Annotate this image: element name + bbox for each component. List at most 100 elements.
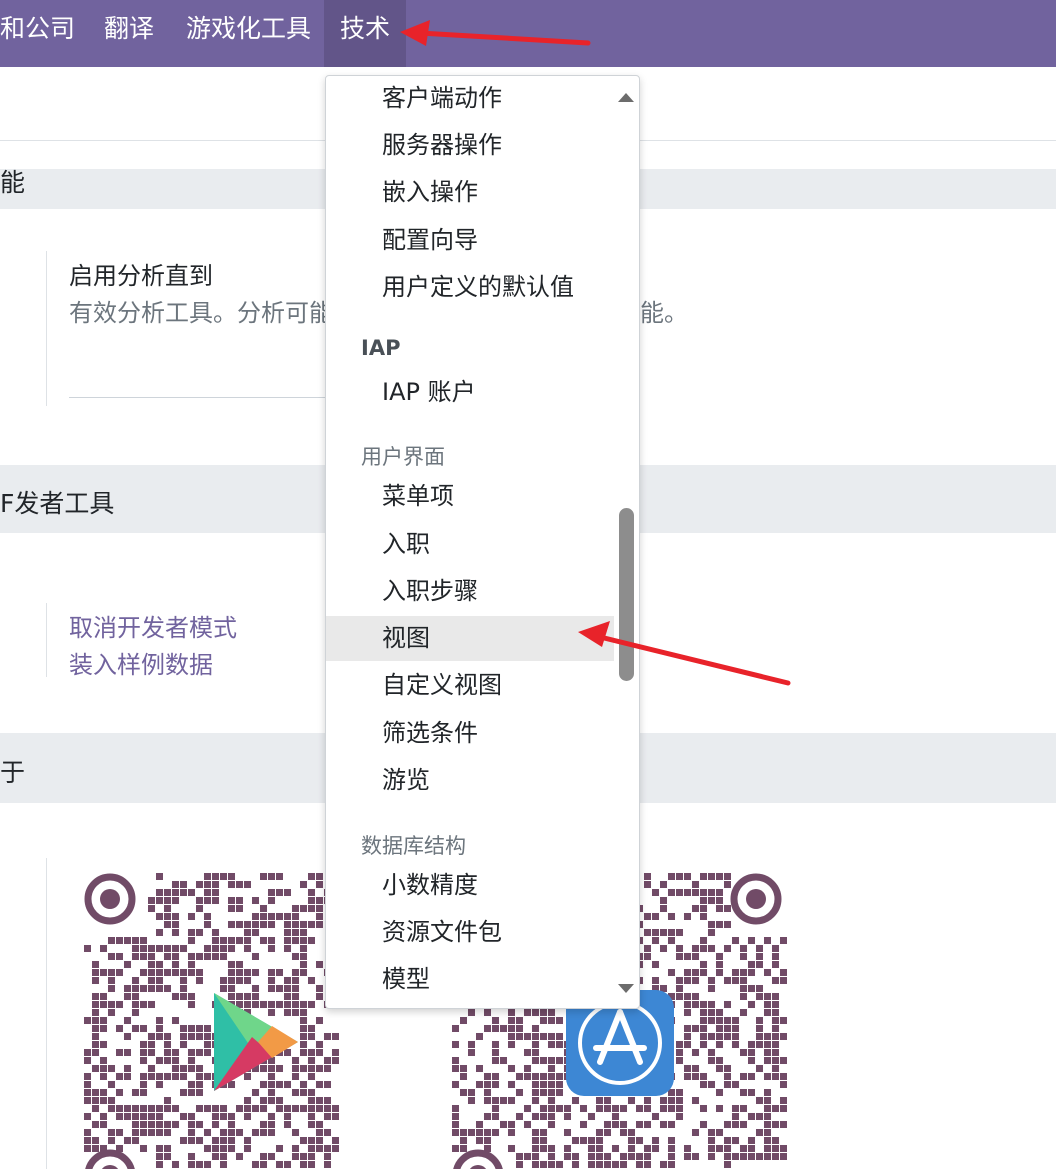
qr-module bbox=[92, 1065, 99, 1072]
qr-module bbox=[780, 1033, 787, 1040]
dropdown-scrollbar-thumb[interactable] bbox=[619, 508, 634, 681]
qr-module bbox=[316, 897, 323, 904]
menu-item-decimal-accuracy[interactable]: 小数精度 bbox=[326, 863, 614, 908]
qr-module bbox=[716, 889, 723, 896]
qr-module bbox=[668, 873, 675, 880]
menu-item-tours[interactable]: 游览 bbox=[326, 758, 614, 803]
qr-module bbox=[492, 1129, 499, 1136]
menu-item-models[interactable]: 模型 bbox=[326, 957, 614, 1002]
scroll-up-arrow-icon[interactable] bbox=[618, 93, 634, 102]
qr-module bbox=[644, 881, 651, 888]
menu-item-user-defaults[interactable]: 用户定义的默认值 bbox=[326, 265, 614, 310]
qr-module bbox=[156, 1057, 163, 1064]
qr-module bbox=[708, 1129, 715, 1136]
qr-module bbox=[716, 1145, 723, 1152]
qr-module bbox=[100, 1097, 107, 1104]
qr-module bbox=[476, 1065, 483, 1072]
qr-module bbox=[468, 1049, 475, 1056]
qr-module bbox=[532, 1049, 539, 1056]
qr-module bbox=[548, 1153, 555, 1160]
qr-module bbox=[204, 945, 211, 952]
qr-module bbox=[124, 985, 131, 992]
qr-module bbox=[92, 1049, 99, 1056]
qr-module bbox=[332, 1049, 339, 1056]
qr-module bbox=[220, 1137, 227, 1144]
qr-module bbox=[620, 1105, 627, 1112]
menu-item-filters[interactable]: 筛选条件 bbox=[326, 711, 614, 756]
nav-item-gamification[interactable]: 游戏化工具 bbox=[186, 0, 311, 67]
qr-module bbox=[564, 1145, 571, 1152]
qr-module bbox=[764, 1041, 771, 1048]
qr-module bbox=[532, 1057, 539, 1064]
qr-module bbox=[316, 1137, 323, 1144]
qr-module bbox=[172, 1161, 179, 1168]
qr-module bbox=[780, 1121, 787, 1128]
qr-module bbox=[548, 1145, 555, 1152]
menu-item-client-actions[interactable]: 客户端动作 bbox=[326, 76, 614, 121]
menu-item-views[interactable]: 视图 bbox=[326, 616, 614, 661]
qr-module bbox=[564, 1105, 571, 1112]
menu-item-iap-account[interactable]: IAP 账户 bbox=[326, 370, 614, 415]
qr-module bbox=[188, 889, 195, 896]
qr-module bbox=[140, 1145, 147, 1152]
qr-module bbox=[716, 1009, 723, 1016]
qr-module bbox=[700, 873, 707, 880]
qr-module bbox=[660, 1097, 667, 1104]
qr-module bbox=[700, 905, 707, 912]
qr-module bbox=[756, 1113, 763, 1120]
menu-item-custom-views[interactable]: 自定义视图 bbox=[326, 663, 614, 708]
nav-item-translate[interactable]: 翻译 bbox=[104, 0, 154, 67]
qr-module bbox=[188, 1161, 195, 1168]
qr-module bbox=[180, 993, 187, 1000]
qr-module bbox=[452, 1041, 459, 1048]
qr-module bbox=[700, 1073, 707, 1080]
nav-item-company[interactable]: 和公司 bbox=[0, 0, 75, 67]
qr-module bbox=[164, 969, 171, 976]
qr-module bbox=[276, 985, 283, 992]
qr-module bbox=[700, 913, 707, 920]
qr-module bbox=[548, 1009, 555, 1016]
menu-item-onboarding-steps[interactable]: 入职步骤 bbox=[326, 569, 614, 614]
qr-module bbox=[492, 1017, 499, 1024]
qr-module bbox=[228, 985, 235, 992]
menu-item-config-wizards[interactable]: 配置向导 bbox=[326, 218, 614, 263]
qr-module bbox=[228, 969, 235, 976]
qr-module bbox=[692, 953, 699, 960]
qr-module bbox=[708, 897, 715, 904]
menu-item-embedded-actions[interactable]: 嵌入操作 bbox=[326, 170, 614, 215]
qr-module bbox=[300, 937, 307, 944]
qr-module bbox=[236, 1153, 243, 1160]
qr-module bbox=[660, 881, 667, 888]
menu-item-onboarding[interactable]: 入职 bbox=[326, 522, 614, 567]
qr-module bbox=[556, 1105, 563, 1112]
qr-module bbox=[92, 977, 99, 984]
qr-module bbox=[164, 921, 171, 928]
menu-item-server-actions[interactable]: 服务器操作 bbox=[326, 123, 614, 168]
qr-module bbox=[548, 1105, 555, 1112]
menu-item-menu-items[interactable]: 菜单项 bbox=[326, 474, 614, 519]
qr-module bbox=[660, 945, 667, 952]
deactivate-developer-mode-link[interactable]: 取消开发者模式 bbox=[69, 608, 237, 643]
qr-module bbox=[716, 921, 723, 928]
qr-module bbox=[700, 969, 707, 976]
qr-module bbox=[220, 1145, 227, 1152]
about-divider bbox=[46, 858, 47, 1169]
qr-module bbox=[540, 1089, 547, 1096]
qr-module bbox=[508, 1065, 515, 1072]
qr-module bbox=[324, 1145, 331, 1152]
qr-module bbox=[132, 1025, 139, 1032]
qr-module bbox=[300, 1161, 307, 1168]
qr-module bbox=[196, 1121, 203, 1128]
load-demo-data-link[interactable]: 装入样例数据 bbox=[69, 645, 213, 680]
qr-module bbox=[140, 945, 147, 952]
menu-item-asset-bundles[interactable]: 资源文件包 bbox=[326, 910, 614, 955]
qr-module bbox=[164, 945, 171, 952]
scroll-down-arrow-icon[interactable] bbox=[618, 984, 634, 993]
nav-item-technical[interactable]: 技术 bbox=[324, 0, 407, 67]
qr-module bbox=[172, 945, 179, 952]
qr-module bbox=[484, 1081, 491, 1088]
qr-module bbox=[252, 929, 259, 936]
qr-module bbox=[196, 1137, 203, 1144]
qr-module bbox=[724, 881, 731, 888]
qr-module bbox=[308, 1105, 315, 1112]
